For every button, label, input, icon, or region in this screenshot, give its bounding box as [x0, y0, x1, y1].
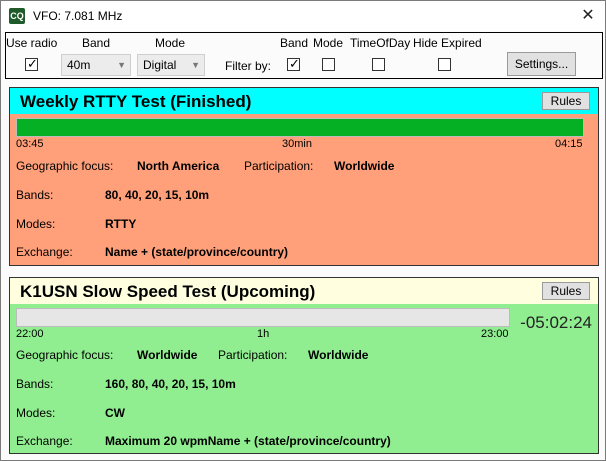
geo-focus-label: Geographic focus:: [16, 159, 114, 173]
chevron-down-icon: ▼: [117, 60, 126, 70]
contest-title: Weekly RTTY Test (Finished): [20, 92, 252, 111]
chevron-down-icon: ▼: [191, 60, 200, 70]
app-window: CQ VFO: 7.081 MHz ✕ Use radio ✓ Band 40m…: [0, 0, 606, 461]
geo-focus-value: Worldwide: [137, 348, 198, 362]
check-mark-icon: ✓: [289, 56, 300, 71]
end-time: 23:00: [481, 328, 509, 340]
participation-value: Worldwide: [308, 348, 369, 362]
modes-label: Modes:: [16, 406, 56, 420]
title-bar[interactable]: CQ VFO: 7.081 MHz ✕: [1, 1, 605, 31]
bands-value: 80, 40, 20, 15, 10m: [105, 188, 210, 202]
contest-progress-bar: [16, 308, 510, 327]
progress-fill: [17, 119, 583, 136]
band-select-value: 40m: [67, 58, 91, 72]
use-radio-checkbox[interactable]: ✓: [25, 56, 38, 71]
contest-card: Weekly RTTY Test (Finished) Rules 03:45 …: [9, 87, 599, 266]
exchange-value: Name + (state/province/country): [105, 245, 289, 259]
filter-band-label: Band: [280, 36, 309, 50]
filter-hide-expired-checkbox[interactable]: [438, 58, 451, 71]
filter-hide-expired-label: Hide Expired: [413, 36, 482, 50]
filter-mode-label: Mode: [313, 36, 344, 50]
filter-band-checkbox[interactable]: ✓: [287, 56, 300, 71]
close-icon: ✕: [581, 7, 595, 24]
countdown-timer: -05:02:24: [520, 313, 592, 332]
contest-title: K1USN Slow Speed Test (Upcoming): [20, 282, 316, 301]
modes-label: Modes:: [16, 217, 56, 231]
cq-app-icon: CQ: [9, 8, 25, 24]
filter-timeofday-checkbox[interactable]: [372, 58, 385, 71]
end-time: 04:15: [555, 138, 583, 150]
start-time: 03:45: [16, 138, 44, 150]
participation-label: Participation:: [218, 348, 288, 362]
band-label: Band: [82, 36, 111, 50]
mode-select[interactable]: Digital ▼: [137, 54, 205, 76]
filter-timeofday-label: TimeOfDay: [350, 36, 411, 50]
exchange-label: Exchange:: [16, 245, 73, 259]
participation-value: Worldwide: [334, 159, 395, 173]
bands-label: Bands:: [16, 188, 54, 202]
rules-button[interactable]: Rules: [542, 92, 590, 110]
use-radio-label: Use radio: [6, 36, 58, 50]
bands-label: Bands:: [16, 377, 54, 391]
filter-by-label: Filter by:: [225, 59, 272, 73]
start-time: 22:00: [16, 328, 44, 340]
modes-value: CW: [105, 406, 125, 420]
mode-select-value: Digital: [143, 58, 177, 72]
mode-label: Mode: [155, 36, 186, 50]
geo-focus-value: North America: [137, 159, 220, 173]
geo-focus-label: Geographic focus:: [16, 348, 114, 362]
exchange-value: Maximum 20 wpmName + (state/province/cou…: [105, 434, 391, 448]
contest-card: K1USN Slow Speed Test (Upcoming) Rules 2…: [9, 277, 599, 454]
exchange-label: Exchange:: [16, 434, 73, 448]
contest-header: Weekly RTTY Test (Finished) Rules: [10, 88, 598, 114]
window-title: VFO: 7.081 MHz: [33, 9, 123, 23]
rules-button[interactable]: Rules: [542, 282, 590, 300]
close-button[interactable]: ✕: [571, 1, 605, 31]
bands-value: 160, 80, 40, 20, 15, 10m: [105, 377, 236, 391]
participation-label: Participation:: [244, 159, 314, 173]
band-select[interactable]: 40m ▼: [61, 54, 131, 76]
settings-button[interactable]: Settings...: [507, 52, 576, 76]
contest-header: K1USN Slow Speed Test (Upcoming) Rules: [10, 278, 598, 304]
check-mark-icon: ✓: [27, 56, 38, 71]
contest-progress-bar: [16, 118, 584, 137]
filter-mode-checkbox[interactable]: [322, 58, 335, 71]
filter-toolbar: Use radio ✓ Band 40m ▼ Mode Digital ▼ Fi…: [5, 32, 603, 79]
modes-value: RTTY: [105, 217, 137, 231]
duration-label: 1h: [257, 328, 270, 340]
duration-label: 30min: [282, 138, 312, 150]
